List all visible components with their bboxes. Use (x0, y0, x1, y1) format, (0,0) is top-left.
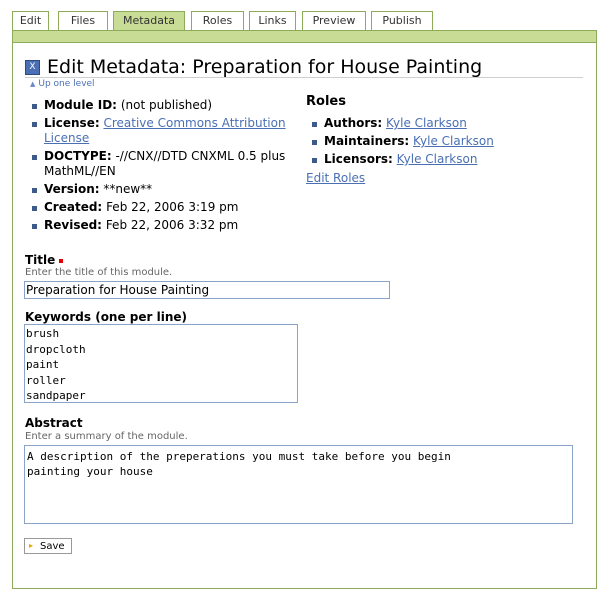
keyword-line: brush (26, 327, 60, 340)
tab-links[interactable]: Links (249, 11, 296, 30)
up-triangle-icon: ▲ (30, 80, 36, 88)
authors-link[interactable]: Kyle Clarkson (386, 116, 467, 130)
up-one-level-link[interactable]: ▲ Up one level (30, 79, 95, 89)
list-item: Module ID: (not published) (30, 98, 295, 113)
bullet-icon (32, 224, 37, 229)
maintainers-link[interactable]: Kyle Clarkson (413, 134, 494, 148)
list-item: Created: Feb 22, 2006 3:19 pm (30, 200, 295, 215)
bullet-icon (32, 104, 37, 109)
list-item: Authors: Kyle Clarkson (310, 116, 590, 131)
licensors-link[interactable]: Kyle Clarkson (397, 152, 478, 166)
keyword-line: paint (26, 358, 60, 371)
created-label: Created: (44, 200, 103, 214)
keywords-field-label: Keywords (one per line) (25, 310, 188, 324)
tab-preview[interactable]: Preview (302, 11, 366, 30)
abstract-help-text: Enter a summary of the module. (25, 431, 188, 442)
list-item: Version: **new** (30, 182, 295, 197)
x-document-icon: X (25, 60, 40, 75)
list-item: Revised: Feb 22, 2006 3:32 pm (30, 218, 295, 233)
roles-list: Authors: Kyle Clarkson Maintainers: Kyle… (310, 116, 590, 170)
title-help-text: Enter the title of this module. (25, 267, 173, 278)
page-title: Edit Metadata: Preparation for House Pai… (47, 56, 483, 78)
up-one-level-label: Up one level (38, 79, 95, 89)
module-details-list: Module ID: (not published) License: Crea… (30, 98, 295, 236)
licensors-label: Licensors: (324, 152, 393, 166)
abstract-field-label: Abstract (25, 416, 83, 430)
abstract-line: A description of the preperations you mu… (27, 450, 451, 463)
list-item: Maintainers: Kyle Clarkson (310, 134, 590, 149)
save-label: Save (40, 541, 65, 552)
bullet-icon (312, 158, 317, 163)
revised-label: Revised: (44, 218, 102, 232)
tab-metadata[interactable]: Metadata (113, 11, 185, 32)
title-input[interactable]: Preparation for House Painting (24, 281, 390, 299)
license-label: License: (44, 116, 100, 130)
roles-heading: Roles (306, 94, 346, 109)
bullet-icon (312, 140, 317, 145)
edit-roles-link[interactable]: Edit Roles (306, 171, 365, 185)
module-id-label: Module ID: (44, 98, 117, 112)
list-item: Licensors: Kyle Clarkson (310, 152, 590, 167)
revised-value: Feb 22, 2006 3:32 pm (105, 218, 239, 232)
list-item: License: Creative Commons Attribution Li… (30, 116, 295, 146)
keywords-textarea[interactable]: brush dropcloth paint roller sandpaper (24, 324, 298, 403)
bullet-icon (312, 122, 317, 127)
doctype-label: DOCTYPE: (44, 149, 112, 163)
keyword-line: dropcloth (26, 342, 86, 356)
tab-publish[interactable]: Publish (371, 11, 433, 30)
version-value: **new** (103, 182, 153, 196)
save-arrow-icon: ▸ (29, 541, 34, 550)
abstract-line: painting your house (27, 465, 153, 478)
title-divider (25, 77, 583, 78)
save-button[interactable]: ▸ Save (24, 538, 72, 554)
tab-files[interactable]: Files (58, 11, 108, 30)
bullet-icon (32, 206, 37, 211)
maintainers-label: Maintainers: (324, 134, 410, 148)
abstract-textarea[interactable]: A description of the preperations you mu… (24, 445, 573, 524)
bullet-icon (32, 122, 37, 127)
bullet-icon (32, 188, 37, 193)
title-field-label: Title (25, 253, 64, 267)
title-label-text: Title (25, 253, 56, 267)
authors-label: Authors: (324, 116, 383, 130)
created-value: Feb 22, 2006 3:19 pm (106, 200, 239, 214)
list-item: DOCTYPE: -//CNX//DTD CNXML 0.5 plus Math… (30, 149, 295, 179)
keyword-line: sandpaper (26, 389, 86, 402)
bullet-icon (32, 155, 37, 160)
keyword-line: roller (26, 373, 66, 387)
required-marker-icon (59, 258, 64, 263)
tab-roles[interactable]: Roles (191, 11, 244, 30)
version-label: Version: (44, 182, 100, 196)
module-id-value: (not published) (120, 98, 213, 112)
tab-edit[interactable]: Edit (12, 11, 49, 30)
